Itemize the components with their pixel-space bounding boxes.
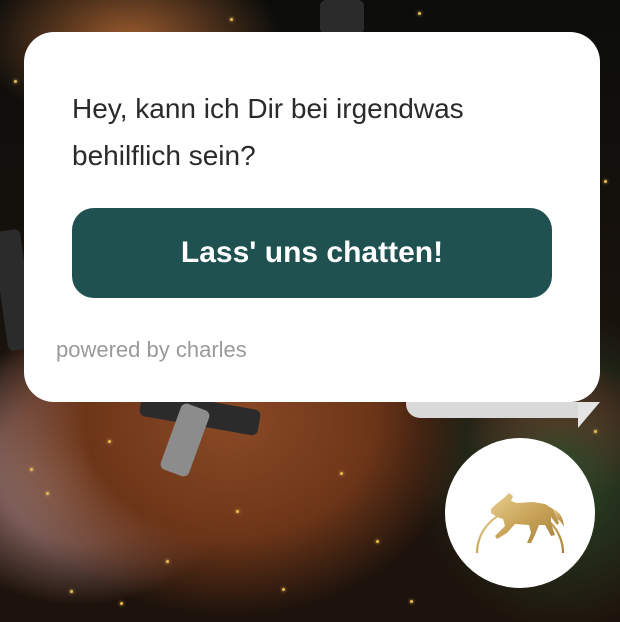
sparkle	[376, 540, 379, 543]
popup-tail-point	[578, 402, 600, 428]
sparkle	[46, 492, 49, 495]
sparkle	[230, 18, 233, 21]
sparkle	[236, 510, 239, 513]
chat-launcher-button[interactable]	[445, 438, 595, 588]
sparkle	[604, 180, 607, 183]
sparkle	[166, 560, 169, 563]
sparkle	[282, 588, 285, 591]
chat-popup: Hey, kann ich Dir bei irgendwas behilfli…	[24, 32, 600, 402]
powered-by-link[interactable]: powered by charles	[56, 337, 247, 363]
sparkle	[418, 12, 421, 15]
sparkle	[14, 80, 17, 83]
popup-tail	[406, 402, 580, 418]
popup-message: Hey, kann ich Dir bei irgendwas behilfli…	[72, 93, 464, 171]
sparkle	[340, 472, 343, 475]
sparkle	[594, 430, 597, 433]
sparkle	[30, 468, 33, 471]
start-chat-button[interactable]: Lass' uns chatten!	[72, 208, 552, 298]
sparkle	[410, 600, 413, 603]
sparkle	[120, 602, 123, 605]
sparkle	[108, 440, 111, 443]
halter-strap	[320, 0, 364, 34]
horse-logo-icon	[475, 493, 565, 556]
sparkle	[70, 590, 73, 593]
